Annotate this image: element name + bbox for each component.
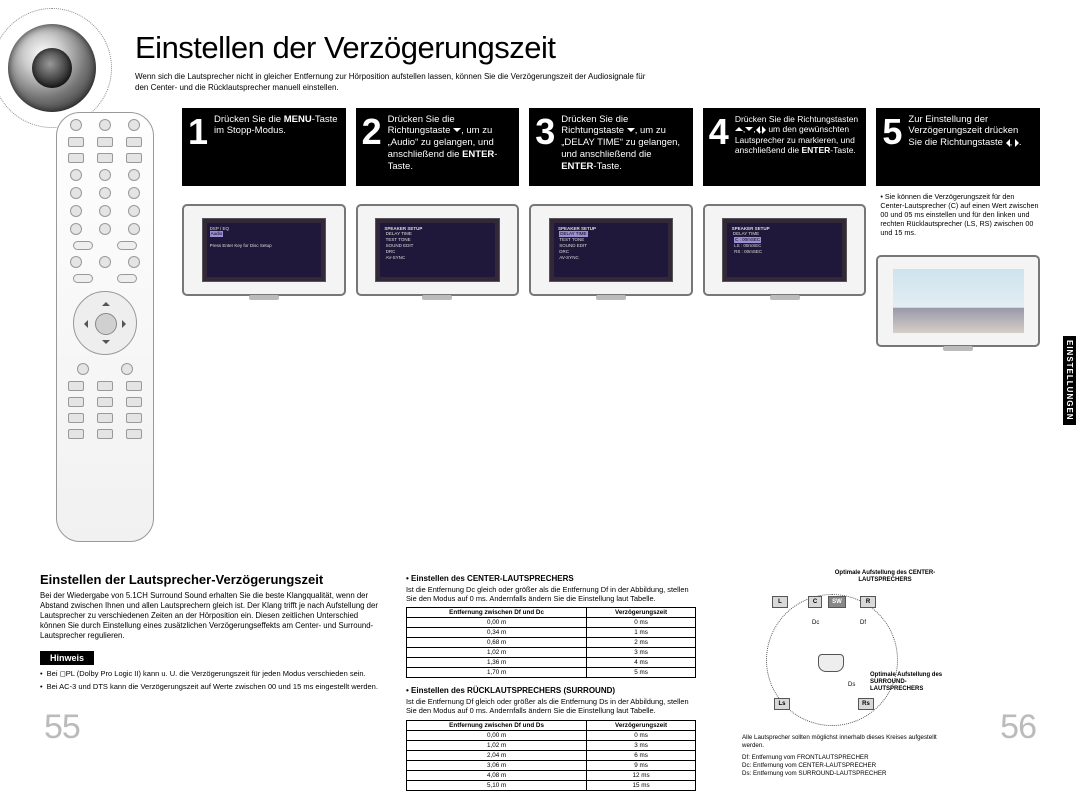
bottom-section: Einstellen der Lautsprecher-Verzögerungs…	[40, 572, 1040, 799]
step-text: Drücken Sie die	[214, 114, 284, 125]
step-2: 2 Drücken Sie die Richtungstaste , um zu…	[356, 108, 520, 347]
step-number: 1	[188, 114, 208, 180]
step-text: Drücken Sie die Richtungstaste	[388, 114, 455, 137]
page-title: Einstellen der Verzögerungszeit	[135, 30, 1040, 66]
manual-page: Einstellen der Verzögerungszeit Wenn sic…	[0, 0, 1080, 753]
step-text: -Taste.	[593, 161, 622, 172]
diag-caption-center: Optimale Aufstellung des CENTER-LAUTSPRE…	[830, 570, 940, 584]
screenshot-5	[876, 255, 1040, 347]
step-number: 2	[362, 114, 382, 180]
spk-SW: SW	[828, 596, 846, 608]
placement-diagram: Optimale Aufstellung des CENTER-LAUTSPRE…	[742, 572, 942, 742]
lbl-df: Df	[860, 620, 866, 626]
lbl-dc: Dc	[812, 620, 819, 626]
hint-item: Bei AC-3 und DTS kann die Verzögerungsze…	[40, 682, 380, 692]
step-bold: ENTER	[801, 145, 830, 155]
step-text: .	[1019, 137, 1022, 148]
step-3: 3 Drücken Sie die Richtungstaste , um zu…	[529, 108, 693, 347]
step-text: Drücken Sie die Richtungstaste	[561, 114, 628, 137]
lbl-ds: Ds	[848, 682, 855, 688]
sub-body: Bei der Wiedergabe von 5.1CH Surround So…	[40, 591, 380, 642]
hint-badge: Hinweis	[40, 651, 94, 665]
spk-Rs: Rs	[858, 698, 874, 710]
down-arrow-icon	[745, 127, 753, 131]
step-text: Zur Einstellung der Verzögerungszeit drü…	[908, 114, 1018, 149]
spk-C: C	[808, 596, 822, 608]
intro-text: Wenn sich die Lautsprecher nicht in glei…	[135, 72, 655, 94]
down-arrow-icon	[453, 128, 461, 132]
step-text: Drücken Sie die Richtungstasten	[735, 114, 858, 124]
rear-text: Ist die Entfernung Df gleich oder größer…	[406, 697, 696, 716]
center-text: Ist die Entfernung Dc gleich oder größer…	[406, 585, 696, 604]
down-arrow-icon	[627, 128, 635, 132]
page-number-left: 55	[44, 708, 80, 747]
spk-L: L	[772, 596, 788, 608]
hint-item: Bei ◻PL (Dolby Pro Logic II) kann u. U. …	[40, 669, 380, 679]
step-number: 3	[535, 114, 555, 180]
diag-caption-surround: Optimale Aufstellung des SURROUND-LAUTSP…	[870, 672, 948, 694]
step-5: 5 Zur Einstellung der Verzögerungszeit d…	[876, 108, 1040, 347]
diag-key: Dc: Entfernung vom CENTER-LAUTSPRECHER	[742, 762, 942, 770]
diag-key: Ds: Entfernung vom SURROUND-LAUTSPRECHER	[742, 770, 942, 778]
sub-title: Einstellen der Lautsprecher-Verzögerungs…	[40, 572, 380, 587]
rear-heading: • Einstellen des RÜCKLAUTSPRECHERS (SURR…	[406, 686, 696, 695]
center-table: Entfernung zwischen Df und DcVerzögerung…	[406, 607, 696, 678]
step-bold: MENU	[284, 114, 312, 125]
spk-R: R	[860, 596, 876, 608]
speaker-graphic	[0, 8, 112, 128]
listener-seat-icon	[818, 654, 844, 672]
section-tab: EINSTELLUNGEN	[1063, 336, 1076, 425]
screenshot-4: SPEAKER SETUP DELAY TIME C : 00mSEC LS :…	[703, 204, 867, 296]
step-text: -Taste.	[830, 145, 856, 155]
step-5-note: Sie können die Verzögerungszeit für den …	[876, 192, 1040, 237]
spk-Ls: Ls	[774, 698, 790, 710]
screenshot-2: SPEAKER SETUP DELAY TIME TEST TONE SOUND…	[356, 204, 520, 296]
rear-table: Entfernung zwischen Df und DsVerzögerung…	[406, 720, 696, 791]
step-number: 4	[709, 114, 729, 180]
diag-key: Df: Entfernung vom FRONTLAUTSPRECHER	[742, 754, 942, 762]
screenshot-1: DSP / EQ Audio Press Enter Key for Disc …	[182, 204, 346, 296]
diag-footnote: Alle Lautsprecher sollten möglichst inne…	[742, 734, 942, 750]
up-arrow-icon	[735, 127, 743, 131]
remote-control-illustration	[56, 112, 154, 542]
left-arrow-icon	[756, 126, 760, 134]
screenshot-3: SPEAKER SETUP DELAY TIME TEST TONE SOUND…	[529, 204, 693, 296]
step-number: 5	[882, 114, 902, 180]
step-4: 4 Drücken Sie die Richtungstasten ,,, um…	[703, 108, 867, 347]
step-1: 1 Drücken Sie die MENU-Taste im Stopp-Mo…	[182, 108, 346, 347]
steps-grid: 1 Drücken Sie die MENU-Taste im Stopp-Mo…	[182, 108, 1040, 347]
center-heading: • Einstellen des CENTER-LAUTSPRECHERS	[406, 574, 696, 583]
step-bold: ENTER	[561, 161, 593, 172]
left-arrow-icon	[1006, 139, 1010, 147]
page-number-right: 56	[1000, 708, 1036, 747]
remote-dpad	[73, 291, 137, 355]
step-bold: ENTER	[462, 149, 494, 160]
